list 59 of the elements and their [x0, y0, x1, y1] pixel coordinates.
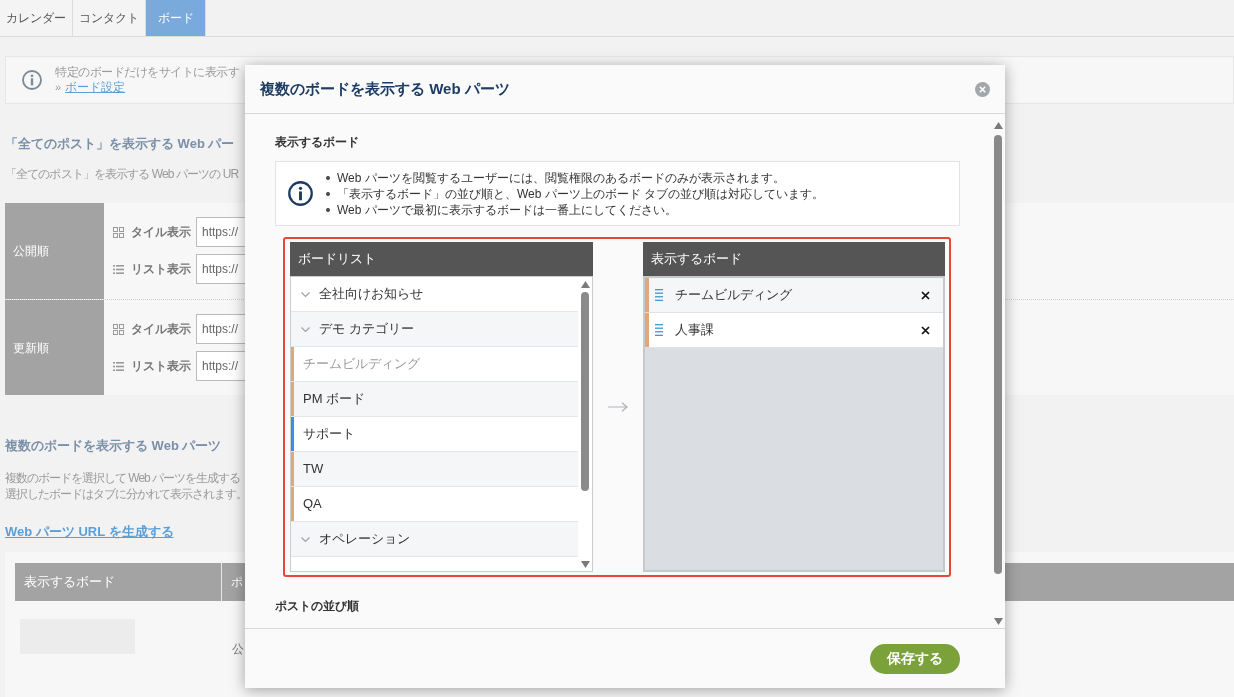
view-label: タイル表示	[131, 224, 191, 241]
note-text: Web パーツを閲覧するユーザーには、閲覧権限のあるボードのみが表示されます。	[337, 169, 785, 186]
list-icon	[113, 361, 124, 371]
panel-header: ボードリスト	[290, 242, 593, 276]
guillemet-text: »	[55, 80, 62, 95]
bullet-icon	[326, 191, 330, 196]
view-label: リスト表示	[131, 358, 191, 375]
board-list-item[interactable]: TW	[291, 452, 578, 487]
notice-text: 特定のボードだけをサイトに表示す	[55, 65, 239, 80]
column-header: ポ	[231, 574, 243, 591]
chevron-icon[interactable]	[301, 534, 310, 544]
section-label: 表示するボード	[275, 134, 359, 150]
drag-handle-icon[interactable]	[655, 289, 663, 301]
section-description: 複数のボードを選択して Web パーツを生成する	[5, 470, 241, 486]
scrollbar-thumb[interactable]	[581, 292, 589, 491]
section-description: 「全てのポスト」を表示する Web パーツの UR	[5, 167, 239, 181]
url-field[interactable]: https://	[196, 351, 245, 381]
selected-board-item[interactable]: 人事課	[645, 313, 943, 348]
url-field[interactable]: https://	[196, 314, 245, 344]
view-label: タイル表示	[131, 321, 191, 338]
scroll-down-icon[interactable]	[580, 561, 590, 568]
chevron-icon[interactable]	[301, 324, 310, 334]
note-text: 「表示するボード」の並び順と、Web パーツ上のボード タブの並び順は対応しています。	[337, 185, 825, 202]
section-heading: 複数のボードを表示する Web パーツ	[5, 438, 222, 454]
url-field[interactable]: https://	[196, 217, 245, 247]
order-label: 更新順	[5, 300, 104, 395]
bullet-icon	[326, 207, 330, 212]
section-label: ポストの並び順	[275, 598, 359, 614]
grid-icon	[113, 323, 124, 335]
close-icon[interactable]	[921, 325, 930, 335]
chevron-icon[interactable]	[301, 289, 310, 299]
board-list-item[interactable]: PM ボード	[291, 382, 578, 417]
note-text: Web パーツで最初に表示するボードは一番上にしてください。	[337, 201, 677, 218]
selected-board-item[interactable]: チームビルディング	[645, 278, 943, 313]
info-icon	[22, 70, 42, 90]
scroll-up-icon[interactable]	[580, 281, 590, 288]
panel-header: 表示するボード	[643, 242, 945, 276]
board-list-item[interactable]: サポート	[291, 417, 578, 452]
scrollbar-thumb[interactable]	[994, 135, 1002, 574]
grid-icon	[113, 226, 124, 238]
list-icon	[113, 264, 124, 274]
order-label: 公開順	[5, 203, 104, 299]
table-cell-text: 公	[232, 641, 244, 658]
url-field[interactable]: https://	[196, 254, 245, 284]
arrow-right-icon	[608, 402, 628, 412]
close-icon[interactable]	[921, 290, 930, 300]
scroll-down-icon[interactable]	[993, 618, 1003, 625]
category-item[interactable]: デモ カテゴリー	[291, 312, 578, 347]
board-list-item[interactable]: QA	[291, 487, 578, 522]
drag-handle-icon[interactable]	[655, 324, 663, 336]
info-icon	[288, 181, 313, 206]
bullet-icon	[326, 175, 330, 180]
section-description: 選択したボードはタブに分かれて表示されます。	[5, 486, 247, 502]
category-item[interactable]: オペレーション	[291, 522, 578, 557]
column-header: 表示するボード	[15, 563, 222, 601]
dialog-title: 複数のボードを表示する Web パーツ	[260, 78, 510, 99]
scroll-up-icon[interactable]	[993, 122, 1003, 129]
view-label: リスト表示	[131, 261, 191, 278]
section-heading: 「全てのポスト」を表示する Web パー	[5, 136, 235, 152]
